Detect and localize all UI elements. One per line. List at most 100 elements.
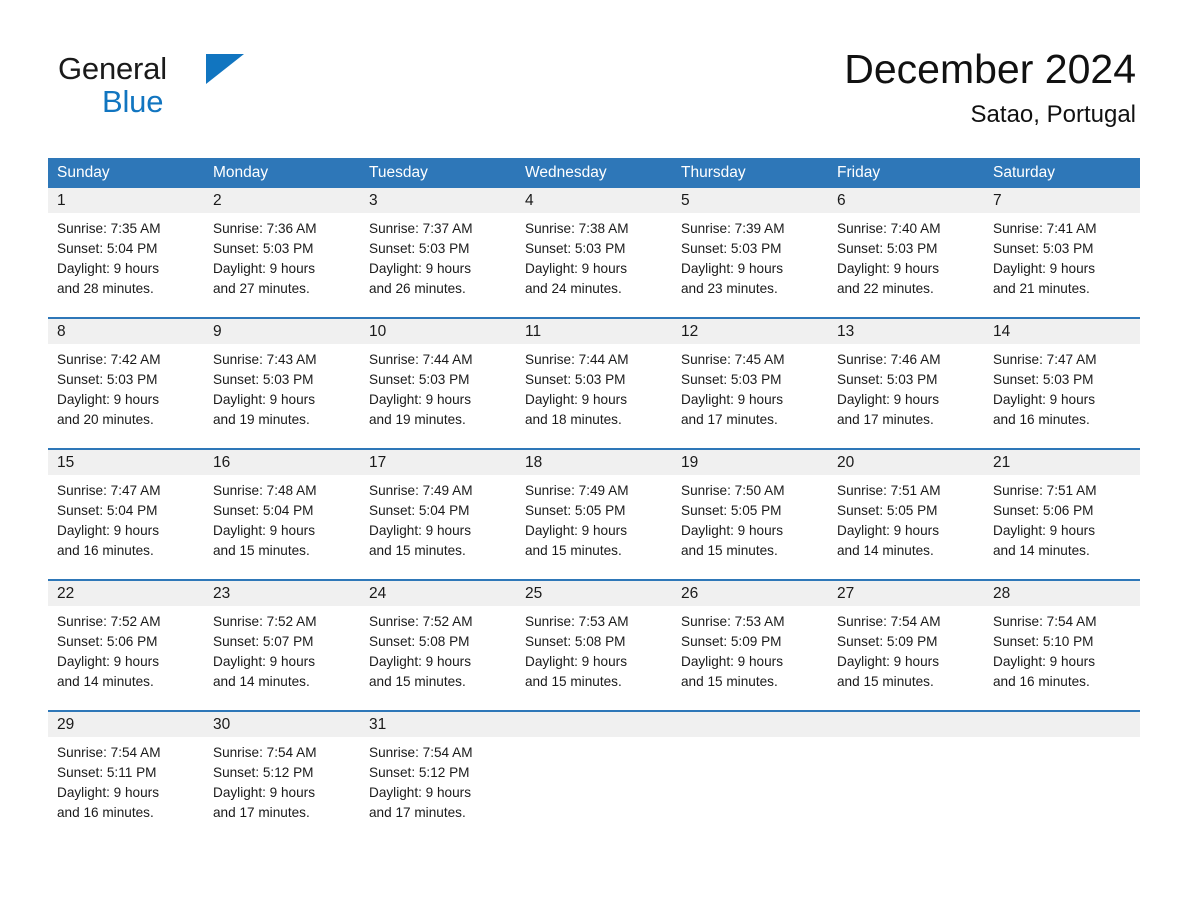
daylight-text-line2: and 15 minutes. (369, 543, 466, 558)
sunset-text: Sunset: 5:06 PM (993, 503, 1094, 518)
day-cell[interactable]: Sunrise: 7:50 AM Sunset: 5:05 PM Dayligh… (672, 475, 828, 579)
sunset-text: Sunset: 5:03 PM (213, 372, 314, 387)
day-number: 20 (837, 454, 855, 471)
day-number: 19 (681, 454, 699, 471)
day-cell[interactable]: Sunrise: 7:53 AM Sunset: 5:08 PM Dayligh… (516, 606, 672, 710)
day-number: 6 (837, 192, 846, 209)
daylight-text-line2: and 15 minutes. (369, 674, 466, 689)
calendar-grid: Sunday Monday Tuesday Wednesday Thursday… (48, 158, 1140, 841)
day-number: 28 (993, 585, 1011, 602)
weekday-header-monday: Monday (213, 164, 269, 181)
week-date-band: 15 16 17 18 19 20 21 (48, 450, 1140, 475)
day-cell[interactable]: Sunrise: 7:43 AM Sunset: 5:03 PM Dayligh… (204, 344, 360, 448)
sunset-text: Sunset: 5:03 PM (213, 241, 314, 256)
day-cell[interactable]: Sunrise: 7:48 AM Sunset: 5:04 PM Dayligh… (204, 475, 360, 579)
daylight-text-line2: and 17 minutes. (213, 805, 310, 820)
sunrise-text: Sunrise: 7:47 AM (57, 483, 161, 498)
day-cell[interactable]: Sunrise: 7:42 AM Sunset: 5:03 PM Dayligh… (48, 344, 204, 448)
daylight-text-line1: Daylight: 9 hours (993, 392, 1096, 407)
daylight-text-line1: Daylight: 9 hours (837, 392, 940, 407)
day-cell-empty (672, 737, 828, 841)
day-cell[interactable]: Sunrise: 7:52 AM Sunset: 5:06 PM Dayligh… (48, 606, 204, 710)
day-cell[interactable]: Sunrise: 7:36 AM Sunset: 5:03 PM Dayligh… (204, 213, 360, 317)
day-cell[interactable]: Sunrise: 7:35 AM Sunset: 5:04 PM Dayligh… (48, 213, 204, 317)
week-detail-row: Sunrise: 7:54 AM Sunset: 5:11 PM Dayligh… (48, 737, 1140, 841)
day-cell[interactable]: Sunrise: 7:40 AM Sunset: 5:03 PM Dayligh… (828, 213, 984, 317)
day-cell[interactable]: Sunrise: 7:44 AM Sunset: 5:03 PM Dayligh… (516, 344, 672, 448)
sunset-text: Sunset: 5:12 PM (213, 765, 314, 780)
sunset-text: Sunset: 5:04 PM (57, 241, 158, 256)
daylight-text-line2: and 17 minutes. (369, 805, 466, 820)
day-number: 29 (57, 716, 75, 733)
daylight-text-line2: and 28 minutes. (57, 281, 154, 296)
daylight-text-line1: Daylight: 9 hours (57, 785, 160, 800)
day-cell[interactable]: Sunrise: 7:47 AM Sunset: 5:03 PM Dayligh… (984, 344, 1140, 448)
day-cell-empty (984, 737, 1140, 841)
sunrise-text: Sunrise: 7:42 AM (57, 352, 161, 367)
logo-triangle-icon (206, 54, 244, 84)
day-number: 2 (213, 192, 222, 209)
sunrise-text: Sunrise: 7:46 AM (837, 352, 941, 367)
sunrise-text: Sunrise: 7:54 AM (57, 745, 161, 760)
sunset-text: Sunset: 5:03 PM (681, 241, 782, 256)
day-number: 9 (213, 323, 222, 340)
sunset-text: Sunset: 5:03 PM (837, 241, 938, 256)
day-number: 11 (525, 323, 542, 340)
day-number: 13 (837, 323, 855, 340)
day-number: 26 (681, 585, 699, 602)
day-number: 7 (993, 192, 1002, 209)
daylight-text-line1: Daylight: 9 hours (681, 654, 784, 669)
day-number: 23 (213, 585, 231, 602)
day-cell[interactable]: Sunrise: 7:51 AM Sunset: 5:06 PM Dayligh… (984, 475, 1140, 579)
sunset-text: Sunset: 5:04 PM (369, 503, 470, 518)
sunset-text: Sunset: 5:03 PM (369, 241, 470, 256)
day-cell[interactable]: Sunrise: 7:51 AM Sunset: 5:05 PM Dayligh… (828, 475, 984, 579)
day-cell[interactable]: Sunrise: 7:49 AM Sunset: 5:04 PM Dayligh… (360, 475, 516, 579)
day-cell[interactable]: Sunrise: 7:44 AM Sunset: 5:03 PM Dayligh… (360, 344, 516, 448)
day-cell[interactable]: Sunrise: 7:52 AM Sunset: 5:08 PM Dayligh… (360, 606, 516, 710)
daylight-text-line1: Daylight: 9 hours (57, 261, 160, 276)
day-number: 30 (213, 716, 231, 733)
sunrise-text: Sunrise: 7:52 AM (57, 614, 161, 629)
day-cell[interactable]: Sunrise: 7:47 AM Sunset: 5:04 PM Dayligh… (48, 475, 204, 579)
day-cell[interactable]: Sunrise: 7:53 AM Sunset: 5:09 PM Dayligh… (672, 606, 828, 710)
sunrise-text: Sunrise: 7:50 AM (681, 483, 785, 498)
day-cell[interactable]: Sunrise: 7:45 AM Sunset: 5:03 PM Dayligh… (672, 344, 828, 448)
day-cell[interactable]: Sunrise: 7:52 AM Sunset: 5:07 PM Dayligh… (204, 606, 360, 710)
day-cell[interactable]: Sunrise: 7:54 AM Sunset: 5:12 PM Dayligh… (360, 737, 516, 841)
daylight-text-line1: Daylight: 9 hours (57, 392, 160, 407)
sunrise-text: Sunrise: 7:39 AM (681, 221, 785, 236)
generalblue-logo[interactable]: General Blue (58, 52, 258, 122)
sunset-text: Sunset: 5:03 PM (993, 241, 1094, 256)
week-date-band: 8 9 10 11 12 13 14 (48, 319, 1140, 344)
day-number: 4 (525, 192, 534, 209)
sunset-text: Sunset: 5:09 PM (837, 634, 938, 649)
sunset-text: Sunset: 5:03 PM (525, 372, 626, 387)
daylight-text-line1: Daylight: 9 hours (993, 523, 1096, 538)
day-cell[interactable]: Sunrise: 7:38 AM Sunset: 5:03 PM Dayligh… (516, 213, 672, 317)
day-cell[interactable]: Sunrise: 7:39 AM Sunset: 5:03 PM Dayligh… (672, 213, 828, 317)
weekday-header-thursday: Thursday (681, 164, 746, 181)
sunrise-text: Sunrise: 7:45 AM (681, 352, 785, 367)
daylight-text-line2: and 27 minutes. (213, 281, 310, 296)
day-cell[interactable]: Sunrise: 7:54 AM Sunset: 5:12 PM Dayligh… (204, 737, 360, 841)
daylight-text-line2: and 15 minutes. (681, 543, 778, 558)
sunset-text: Sunset: 5:07 PM (213, 634, 314, 649)
daylight-text-line2: and 15 minutes. (837, 674, 934, 689)
page-title: December 2024 (844, 46, 1136, 92)
sunset-text: Sunset: 5:09 PM (681, 634, 782, 649)
day-cell[interactable]: Sunrise: 7:46 AM Sunset: 5:03 PM Dayligh… (828, 344, 984, 448)
sunrise-text: Sunrise: 7:41 AM (993, 221, 1097, 236)
sunrise-text: Sunrise: 7:47 AM (993, 352, 1097, 367)
day-cell[interactable]: Sunrise: 7:54 AM Sunset: 5:11 PM Dayligh… (48, 737, 204, 841)
day-cell[interactable]: Sunrise: 7:37 AM Sunset: 5:03 PM Dayligh… (360, 213, 516, 317)
day-cell[interactable]: Sunrise: 7:54 AM Sunset: 5:10 PM Dayligh… (984, 606, 1140, 710)
sunset-text: Sunset: 5:05 PM (837, 503, 938, 518)
day-cell[interactable]: Sunrise: 7:54 AM Sunset: 5:09 PM Dayligh… (828, 606, 984, 710)
day-cell[interactable]: Sunrise: 7:49 AM Sunset: 5:05 PM Dayligh… (516, 475, 672, 579)
weekday-header-saturday: Saturday (993, 164, 1056, 181)
week-detail-row: Sunrise: 7:52 AM Sunset: 5:06 PM Dayligh… (48, 606, 1140, 710)
day-cell[interactable]: Sunrise: 7:41 AM Sunset: 5:03 PM Dayligh… (984, 213, 1140, 317)
day-number: 12 (681, 323, 699, 340)
daylight-text-line1: Daylight: 9 hours (525, 261, 628, 276)
